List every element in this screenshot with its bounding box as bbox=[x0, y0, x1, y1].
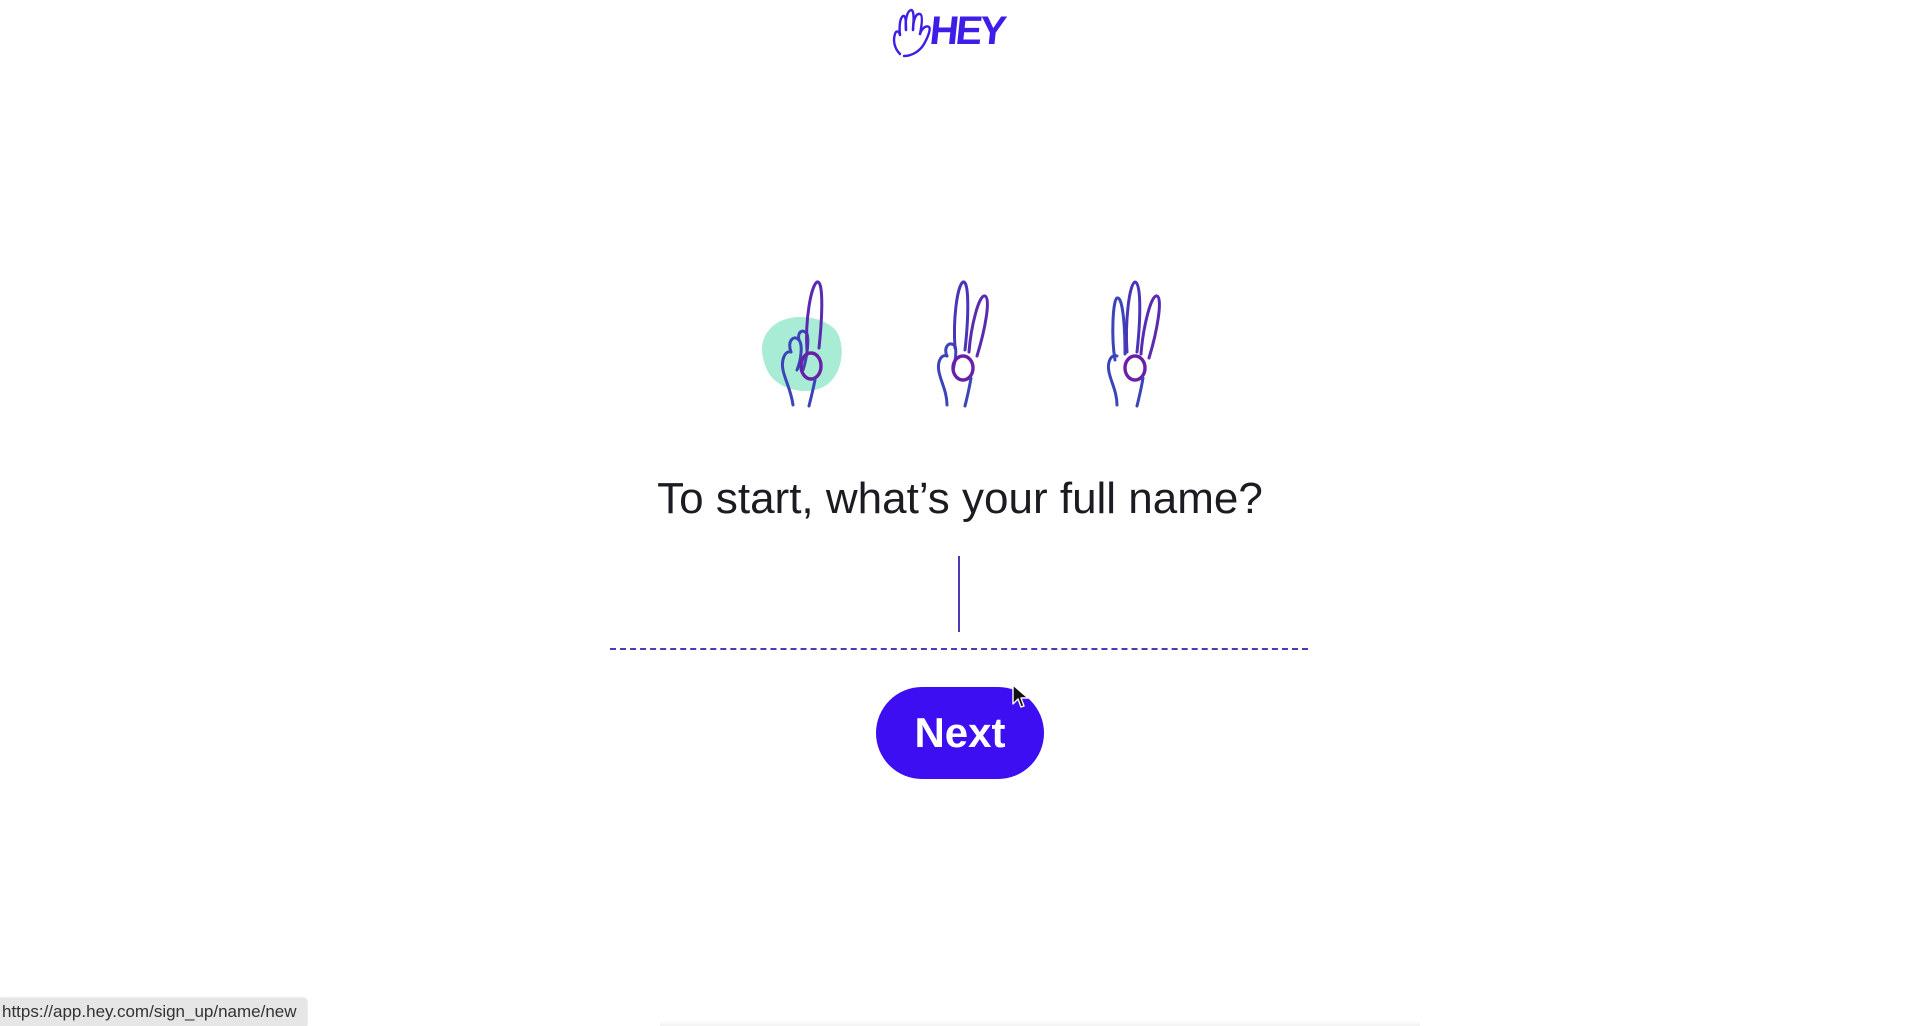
logo-wordmark: HEY bbox=[927, 9, 1006, 53]
hey-logo[interactable]: HEY bbox=[890, 4, 1006, 58]
step-indicator bbox=[745, 270, 1165, 410]
page-title: To start, what’s your full name? bbox=[657, 474, 1263, 523]
one-finger-hand-icon bbox=[762, 280, 842, 408]
text-caret bbox=[958, 556, 960, 632]
three-fingers-hand-icon bbox=[1107, 280, 1161, 408]
mouse-pointer-icon bbox=[1012, 684, 1029, 708]
signup-page: HEY To start, what’s your full name? Nex… bbox=[0, 0, 1920, 1026]
full-name-field-wrapper bbox=[610, 550, 1308, 650]
bottom-divider bbox=[660, 1020, 1420, 1026]
two-fingers-hand-icon bbox=[937, 280, 989, 408]
status-bar-url: https://app.hey.com/sign_up/name/new bbox=[0, 998, 307, 1026]
